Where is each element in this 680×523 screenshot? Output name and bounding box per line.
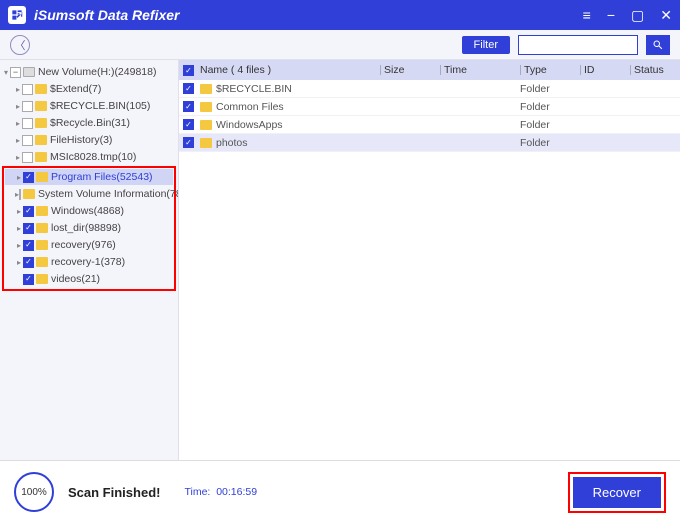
menu-icon[interactable]: ≡ <box>583 7 591 23</box>
tree-item[interactable]: ▸ Program Files(52543) <box>5 169 173 185</box>
col-type[interactable]: Type <box>520 64 580 76</box>
folder-icon <box>35 101 47 111</box>
tree-item[interactable]: ▸ recovery(976) <box>5 237 173 253</box>
tree-item[interactable]: ▸ $Extend(7) <box>2 81 176 97</box>
drive-icon <box>23 67 35 77</box>
folder-icon <box>200 120 212 130</box>
tree-item[interactable]: ▸ recovery-1(378) <box>5 254 173 270</box>
tree-item[interactable]: ▸ System Volume Information(78) <box>5 186 173 202</box>
col-name[interactable]: Name ( 4 files ) <box>200 64 380 76</box>
tree-item[interactable]: ▸ lost_dir(98898) <box>5 220 173 236</box>
folder-icon <box>36 172 48 182</box>
app-title: iSumsoft Data Refixer <box>34 7 583 23</box>
filter-button[interactable]: Filter <box>462 36 510 54</box>
tree-item[interactable]: videos(21) <box>5 271 173 287</box>
col-time[interactable]: Time <box>440 64 520 76</box>
app-icon <box>8 6 26 24</box>
folder-icon <box>36 257 48 267</box>
file-list-header: Name ( 4 files ) Size Time Type ID Statu… <box>179 60 680 80</box>
close-icon[interactable]: ✕ <box>660 7 672 24</box>
title-bar: iSumsoft Data Refixer ≡ − ▢ ✕ <box>0 0 680 30</box>
back-button[interactable]: 〈 <box>10 35 30 55</box>
tree-item[interactable]: ▸ Windows(4868) <box>5 203 173 219</box>
checkbox[interactable] <box>19 189 21 200</box>
folder-tree: ▾ New Volume(H:)(249818) ▸ $Extend(7) ▸ … <box>0 60 179 460</box>
tree-item[interactable]: ▸ $Recycle.Bin(31) <box>2 115 176 131</box>
folder-icon <box>35 152 47 162</box>
checkbox[interactable] <box>22 152 33 163</box>
folder-icon <box>36 223 48 233</box>
checkbox[interactable] <box>10 67 21 78</box>
folder-icon <box>35 118 47 128</box>
window-controls: ≡ − ▢ ✕ <box>583 7 672 24</box>
minimize-icon[interactable]: − <box>607 7 615 23</box>
tree-item[interactable]: ▸ FileHistory(3) <box>2 132 176 148</box>
folder-icon <box>200 84 212 94</box>
highlighted-folders: ▸ Program Files(52543) ▸ System Volume I… <box>2 166 176 291</box>
checkbox[interactable] <box>23 206 34 217</box>
tree-item[interactable]: ▸ $RECYCLE.BIN(105) <box>2 98 176 114</box>
scan-status: Scan Finished! <box>68 485 160 500</box>
folder-icon <box>36 240 48 250</box>
search-button[interactable] <box>646 35 670 55</box>
content: ▾ New Volume(H:)(249818) ▸ $Extend(7) ▸ … <box>0 60 680 460</box>
folder-icon <box>23 189 35 199</box>
select-all-checkbox[interactable] <box>183 65 194 76</box>
col-size[interactable]: Size <box>380 64 440 76</box>
checkbox[interactable] <box>22 84 33 95</box>
file-row[interactable]: $RECYCLE.BIN Folder <box>179 80 680 98</box>
col-id[interactable]: ID <box>580 64 630 76</box>
checkbox[interactable] <box>23 274 34 285</box>
search-icon <box>652 39 664 51</box>
file-row[interactable]: WindowsApps Folder <box>179 116 680 134</box>
checkbox[interactable] <box>23 223 34 234</box>
checkbox[interactable] <box>23 257 34 268</box>
recover-highlight: Recover <box>568 472 666 513</box>
checkbox[interactable] <box>22 101 33 112</box>
tree-item[interactable]: ▸ MSIc8028.tmp(10) <box>2 149 176 165</box>
checkbox[interactable] <box>22 135 33 146</box>
col-status[interactable]: Status <box>630 64 680 76</box>
folder-icon <box>35 84 47 94</box>
file-row[interactable]: photos Folder <box>179 134 680 152</box>
search-input[interactable] <box>518 35 638 55</box>
tree-root[interactable]: ▾ New Volume(H:)(249818) <box>2 64 176 80</box>
folder-icon <box>36 274 48 284</box>
footer: 100% Scan Finished! Time: 00:16:59 Recov… <box>0 460 680 523</box>
checkbox[interactable] <box>23 240 34 251</box>
checkbox[interactable] <box>23 172 34 183</box>
folder-icon <box>36 206 48 216</box>
toolbar: 〈 Filter <box>0 30 680 60</box>
recover-button[interactable]: Recover <box>573 477 661 508</box>
checkbox[interactable] <box>22 118 33 129</box>
folder-icon <box>200 138 212 148</box>
scan-time: Time: 00:16:59 <box>184 486 257 498</box>
file-row[interactable]: Common Files Folder <box>179 98 680 116</box>
progress-indicator: 100% <box>14 472 54 512</box>
checkbox[interactable] <box>183 119 194 130</box>
file-list: Name ( 4 files ) Size Time Type ID Statu… <box>179 60 680 460</box>
folder-icon <box>35 135 47 145</box>
folder-icon <box>200 102 212 112</box>
checkbox[interactable] <box>183 101 194 112</box>
checkbox[interactable] <box>183 83 194 94</box>
checkbox[interactable] <box>183 137 194 148</box>
maximize-icon[interactable]: ▢ <box>631 7 644 24</box>
